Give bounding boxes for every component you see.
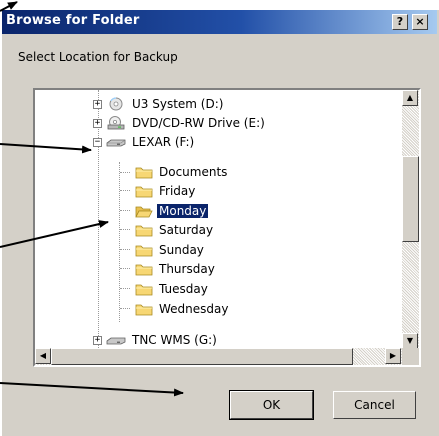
tree-connector-line bbox=[120, 249, 130, 250]
tree-item-label: TNC WMS (G:) bbox=[132, 333, 217, 347]
dvd-drive-icon bbox=[107, 116, 125, 130]
scroll-right-button[interactable]: ▶ bbox=[385, 348, 401, 364]
removable-drive-icon bbox=[106, 139, 126, 147]
tree-item-tuesday[interactable]: Tuesday bbox=[135, 280, 210, 298]
ok-button[interactable]: OK bbox=[229, 390, 314, 420]
tree-item-label: Wednesday bbox=[159, 302, 229, 316]
tree-connector-line bbox=[119, 162, 120, 322]
tree-item-label: Documents bbox=[159, 165, 228, 179]
tree-connector-line bbox=[120, 308, 130, 309]
folder-tree[interactable]: + U3 System (D:) + DVD/CD-RW Drive (E:) … bbox=[33, 88, 421, 367]
tree-item-label: LEXAR (F:) bbox=[132, 135, 195, 149]
tree-item-monday[interactable]: Monday bbox=[135, 202, 210, 220]
tree-item-wednesday[interactable]: Wednesday bbox=[135, 300, 230, 318]
scrollbar-corner bbox=[402, 348, 419, 365]
tree-connector-line bbox=[120, 172, 130, 173]
tree-item-tnc-wms-drive[interactable]: + TNC WMS (G:) bbox=[93, 331, 219, 349]
expand-icon[interactable]: + bbox=[93, 118, 102, 128]
help-button[interactable]: ? bbox=[392, 14, 408, 30]
tree-item-label: Monday bbox=[155, 203, 210, 219]
scroll-left-button[interactable]: ◀ bbox=[35, 348, 51, 364]
cancel-button[interactable]: Cancel bbox=[333, 391, 416, 419]
tree-item-thursday[interactable]: Thursday bbox=[135, 260, 217, 278]
folder-icon bbox=[135, 167, 153, 179]
horizontal-scrollbar[interactable]: ◀ ▶ bbox=[35, 348, 402, 365]
folder-icon bbox=[135, 245, 153, 257]
scroll-up-button[interactable]: ▲ bbox=[402, 90, 418, 106]
tree-item-documents[interactable]: Documents bbox=[135, 163, 229, 181]
tree-connector-line bbox=[120, 229, 130, 230]
tree-item-lexar-drive[interactable]: − LEXAR (F:) bbox=[93, 133, 196, 151]
tree-connector-line bbox=[120, 190, 130, 191]
tree-connector-line bbox=[120, 288, 130, 289]
scroll-down-button[interactable]: ▼ bbox=[402, 333, 418, 349]
tree-item-label: Tuesday bbox=[159, 282, 208, 296]
folder-icon bbox=[135, 284, 153, 296]
folder-icon bbox=[135, 304, 153, 316]
horizontal-scroll-thumb[interactable] bbox=[51, 348, 353, 365]
dialog-prompt: Select Location for Backup bbox=[18, 50, 178, 64]
tree-item-dvd-drive[interactable]: + DVD/CD-RW Drive (E:) bbox=[93, 114, 267, 132]
tree-connector-line bbox=[120, 268, 130, 269]
dialog-title: Browse for Folder bbox=[6, 13, 140, 28]
tree-item-label: Sunday bbox=[159, 243, 204, 257]
open-folder-icon bbox=[135, 206, 153, 218]
folder-icon bbox=[135, 225, 153, 237]
tree-item-u3-system[interactable]: + U3 System (D:) bbox=[93, 95, 225, 113]
tree-item-saturday[interactable]: Saturday bbox=[135, 221, 215, 239]
vertical-scroll-thumb[interactable] bbox=[402, 156, 419, 242]
tree-item-label: Friday bbox=[159, 184, 196, 198]
tree-item-label: DVD/CD-RW Drive (E:) bbox=[132, 116, 265, 130]
folder-icon bbox=[135, 186, 153, 198]
tree-item-label: U3 System (D:) bbox=[132, 97, 224, 111]
vertical-scrollbar[interactable]: ▲ ▼ bbox=[402, 90, 419, 350]
expand-icon[interactable]: + bbox=[93, 335, 102, 345]
tree-item-label: Thursday bbox=[159, 262, 215, 276]
close-button[interactable]: × bbox=[412, 14, 428, 30]
folder-icon bbox=[135, 264, 153, 276]
tree-connector-line bbox=[120, 210, 130, 211]
tree-item-label: Saturday bbox=[159, 223, 214, 237]
tree-item-friday[interactable]: Friday bbox=[135, 182, 197, 200]
tree-item-sunday[interactable]: Sunday bbox=[135, 241, 206, 259]
cd-drive-icon bbox=[109, 97, 123, 111]
network-drive-icon bbox=[106, 337, 126, 345]
collapse-icon[interactable]: − bbox=[93, 137, 102, 147]
expand-icon[interactable]: + bbox=[93, 99, 102, 109]
